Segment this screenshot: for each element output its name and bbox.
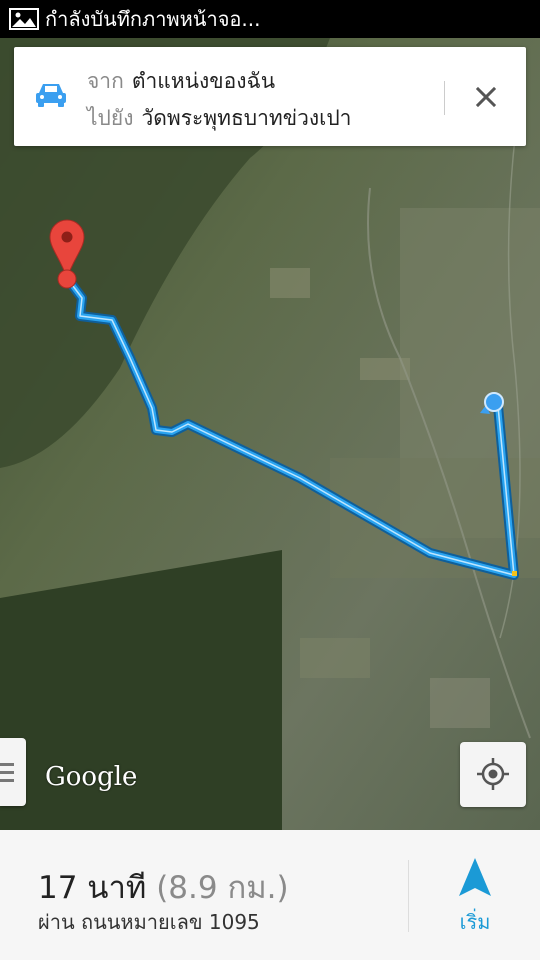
eta-distance: (8.9 กม.) xyxy=(156,870,289,906)
from-value: ตำแหน่งของฉัน xyxy=(131,69,276,93)
google-attribution: Google xyxy=(45,762,138,792)
my-location-button[interactable] xyxy=(460,742,526,807)
to-label: ไปยัง xyxy=(87,106,134,130)
route-summary-panel[interactable]: 17 นาที (8.9 กม.) ผ่าน ถนนหมายเลข 1095 เ… xyxy=(0,830,540,960)
route-card[interactable]: จาก ตำแหน่งของฉัน ไปยัง วัดพระพุทธบาทข่วงเ… xyxy=(14,47,526,146)
via-road: ผ่าน ถนนหมายเลข 1095 xyxy=(38,910,260,934)
status-text: กำลังบันทึกภาพหน้าจอ... xyxy=(45,7,261,31)
eta-time: 17 นาที xyxy=(38,870,147,906)
panel-divider xyxy=(408,860,409,932)
to-row[interactable]: ไปยัง วัดพระพุทธบาทข่วงเปา xyxy=(87,102,351,135)
car-icon xyxy=(36,84,66,107)
from-row[interactable]: จาก ตำแหน่งของฉัน xyxy=(87,65,275,98)
card-divider xyxy=(444,81,445,115)
menu-icon xyxy=(0,763,14,782)
status-bar: กำลังบันทึกภาพหน้าจอ... xyxy=(0,0,540,38)
from-label: จาก xyxy=(87,69,124,93)
eta-row: 17 นาที (8.9 กม.) xyxy=(38,862,289,912)
turn-marker xyxy=(512,571,517,576)
satellite-map[interactable] xyxy=(0,38,540,830)
start-label: เริ่ม xyxy=(459,910,491,934)
close-icon[interactable] xyxy=(466,77,506,117)
navigation-arrow-icon xyxy=(459,858,491,896)
image-icon xyxy=(9,8,39,30)
crosshair-icon xyxy=(477,758,509,790)
start-navigation-button[interactable]: เริ่ม xyxy=(420,850,530,950)
to-value: วัดพระพุทธบาทข่วงเปา xyxy=(141,106,352,130)
menu-tab[interactable] xyxy=(0,738,26,806)
